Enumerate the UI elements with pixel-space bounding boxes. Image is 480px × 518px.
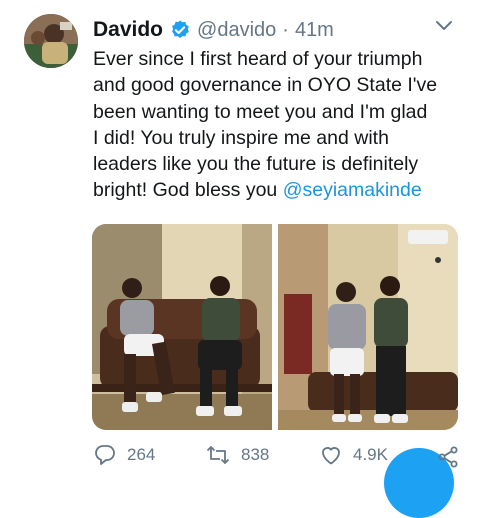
photo-left-image — [92, 224, 272, 430]
timestamp[interactable]: 41m — [295, 19, 334, 42]
avatar-image — [24, 14, 78, 68]
reply-button[interactable]: 264 — [93, 443, 155, 467]
display-name[interactable]: Davido — [93, 18, 163, 42]
tweet-text-line: leaders like you the future is definitel… — [93, 153, 419, 176]
tweet-text: Ever since I first heard of your triumph… — [93, 46, 463, 204]
like-icon — [322, 447, 340, 465]
reply-count: 264 — [127, 445, 156, 464]
tweet-text-line: and good governance in OYO State I've — [93, 74, 438, 97]
media-grid — [92, 224, 458, 430]
reply-icon — [95, 445, 115, 465]
tweet-text-line: I did! You truly inspire me and with — [93, 126, 389, 149]
separator-dot: · — [282, 18, 289, 41]
tweet-header: Davido @davido · 41m — [93, 15, 334, 45]
like-count: 4.9K — [353, 445, 388, 464]
verified-badge-icon — [172, 20, 189, 38]
avatar[interactable] — [24, 14, 78, 68]
retweet-button[interactable]: 838 — [205, 443, 269, 467]
tweet-text-tail: bright! God bless you — [93, 179, 283, 202]
tweet-text-line-last: bright! God bless you @seyiamakinde — [93, 177, 463, 203]
handle[interactable]: @davido — [197, 19, 276, 42]
share-icon[interactable] — [436, 445, 460, 469]
like-button[interactable]: 4.9K — [319, 443, 388, 467]
photo-right-image — [278, 224, 458, 430]
tweet-text-line: Ever since I first heard of your triumph — [93, 48, 423, 70]
mention-link[interactable]: @seyiamakinde — [283, 179, 422, 201]
photo-right[interactable] — [278, 224, 458, 430]
retweet-count: 838 — [241, 445, 270, 464]
tweet-text-line: been wanting to meet you and I'm glad — [93, 100, 428, 123]
chevron-down-icon[interactable] — [434, 18, 454, 34]
tweet-card: Davido @davido · 41m Ever since I first … — [0, 0, 480, 518]
retweet-icon — [206, 446, 230, 464]
photo-left[interactable] — [92, 224, 272, 430]
